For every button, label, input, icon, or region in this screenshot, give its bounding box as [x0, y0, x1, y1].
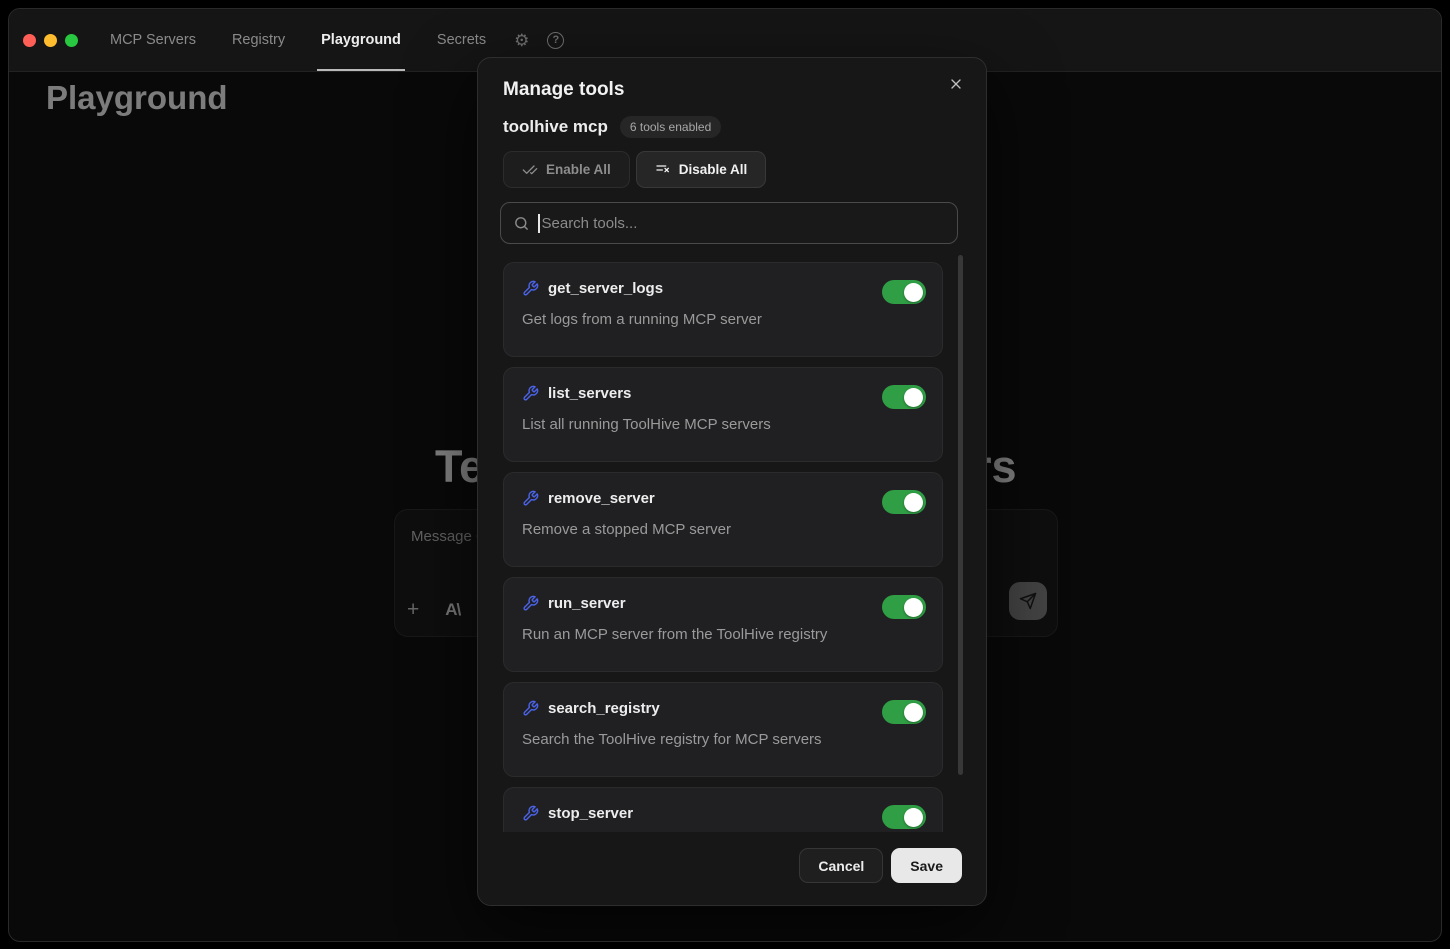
close-window-button[interactable] — [23, 34, 36, 47]
tab-playground[interactable]: Playground — [321, 9, 401, 71]
tool-description: List all running ToolHive MCP servers — [522, 416, 771, 433]
tool-toggle[interactable] — [882, 595, 926, 619]
cancel-button[interactable]: Cancel — [799, 848, 883, 883]
tool-list: get_server_logs Get logs from a running … — [503, 262, 943, 832]
tool-card: list_servers List all running ToolHive M… — [503, 367, 943, 462]
tool-card: search_registry Search the ToolHive regi… — [503, 682, 943, 777]
server-name: toolhive mcp — [503, 117, 608, 137]
main-nav: MCP Servers Registry Playground Secrets — [110, 9, 486, 71]
app-window: Playground Te rs Message C + A\ MCP Serv… — [8, 8, 1442, 942]
wrench-icon — [522, 490, 539, 507]
tool-toggle[interactable] — [882, 280, 926, 304]
tool-toggle[interactable] — [882, 700, 926, 724]
tool-description: Remove a stopped MCP server — [522, 521, 731, 538]
scrollbar-thumb[interactable] — [958, 255, 963, 775]
save-button[interactable]: Save — [891, 848, 962, 883]
enable-all-button[interactable]: Enable All — [503, 151, 630, 188]
tool-name: stop_server — [548, 805, 633, 822]
tool-search — [500, 202, 958, 244]
close-dialog-button[interactable] — [944, 72, 968, 96]
enable-all-label: Enable All — [546, 162, 611, 177]
settings-gear-icon[interactable]: ⚙ — [514, 32, 529, 49]
tool-card: stop_server — [503, 787, 943, 832]
tab-registry[interactable]: Registry — [232, 9, 285, 71]
tab-mcp-servers[interactable]: MCP Servers — [110, 9, 196, 71]
tool-description: Run an MCP server from the ToolHive regi… — [522, 626, 827, 643]
tool-description: Search the ToolHive registry for MCP ser… — [522, 731, 822, 748]
check-check-icon — [522, 162, 538, 178]
tool-name: remove_server — [548, 490, 655, 507]
wrench-icon — [522, 595, 539, 612]
tool-toggle[interactable] — [882, 490, 926, 514]
list-x-icon — [655, 162, 671, 178]
tool-description: Get logs from a running MCP server — [522, 311, 762, 328]
search-input[interactable] — [542, 215, 946, 232]
tool-name: get_server_logs — [548, 280, 663, 297]
disable-all-button[interactable]: Disable All — [636, 151, 767, 188]
wrench-icon — [522, 385, 539, 402]
help-icon[interactable]: ? — [547, 32, 564, 49]
wrench-icon — [522, 280, 539, 297]
traffic-lights — [23, 34, 78, 47]
wrench-icon — [522, 805, 539, 822]
wrench-icon — [522, 700, 539, 717]
tab-secrets[interactable]: Secrets — [437, 9, 486, 71]
disable-all-label: Disable All — [679, 162, 748, 177]
tool-name: run_server — [548, 595, 626, 612]
zoom-window-button[interactable] — [65, 34, 78, 47]
manage-tools-dialog: Manage tools toolhive mcp 6 tools enable… — [477, 57, 987, 906]
tools-enabled-badge: 6 tools enabled — [620, 116, 721, 138]
close-icon — [948, 76, 964, 92]
tool-card: run_server Run an MCP server from the To… — [503, 577, 943, 672]
tool-card: remove_server Remove a stopped MCP serve… — [503, 472, 943, 567]
text-caret — [538, 214, 540, 233]
dialog-title: Manage tools — [503, 79, 624, 101]
tool-name: search_registry — [548, 700, 660, 717]
tool-card: get_server_logs Get logs from a running … — [503, 262, 943, 357]
tool-name: list_servers — [548, 385, 631, 402]
tool-toggle[interactable] — [882, 385, 926, 409]
minimize-window-button[interactable] — [44, 34, 57, 47]
tool-toggle[interactable] — [882, 805, 926, 829]
search-icon — [513, 215, 530, 232]
